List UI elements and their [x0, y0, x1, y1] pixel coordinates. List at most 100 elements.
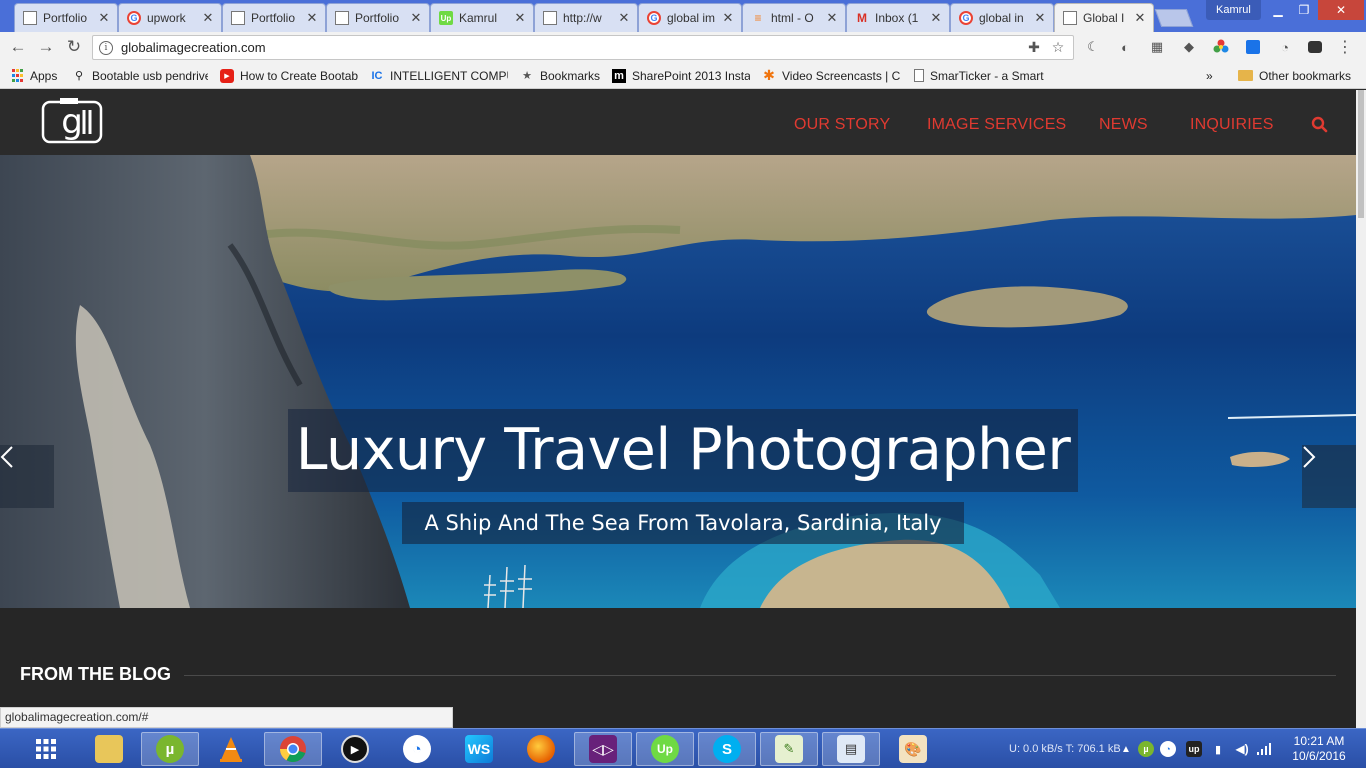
- browser-tab[interactable]: Gglobal in ✕: [950, 3, 1054, 32]
- browser-tab[interactable]: Gglobal im ✕: [638, 3, 742, 32]
- menu-icon[interactable]: ⋮: [1336, 38, 1354, 56]
- close-icon[interactable]: ✕: [97, 10, 111, 26]
- wifi-signal-icon[interactable]: [1256, 741, 1272, 757]
- browser-tab[interactable]: http://w ✕: [534, 3, 638, 32]
- nav-image-services[interactable]: IMAGE SERVICES: [927, 116, 1066, 134]
- moon-extension-icon[interactable]: ☾: [1084, 38, 1102, 56]
- system-clock[interactable]: 10:21 AM 10/6/2016: [1284, 734, 1354, 764]
- bookmark-item[interactable]: ✱ Video Screencasts | C: [762, 67, 900, 84]
- profile-button[interactable]: Kamrul: [1206, 0, 1261, 20]
- close-icon[interactable]: ✕: [929, 10, 943, 26]
- new-tab-button[interactable]: [1154, 9, 1194, 27]
- nav-our-story[interactable]: OUR STORY: [794, 116, 890, 134]
- taskbar-webstorm[interactable]: WS: [450, 732, 508, 766]
- browser-tab[interactable]: M Inbox (1 ✕: [846, 3, 950, 32]
- scrollbar-thumb[interactable]: [1358, 90, 1364, 218]
- restore-icon[interactable]: ❐: [1290, 0, 1318, 20]
- tab-title: global im: [667, 11, 716, 25]
- close-icon[interactable]: ✕: [825, 10, 839, 26]
- page-scrollbar[interactable]: [1356, 90, 1366, 728]
- incognito-extension-icon[interactable]: [1306, 38, 1324, 56]
- close-icon[interactable]: ✕: [305, 10, 319, 26]
- browser-tab[interactable]: Portfolio ✕: [222, 3, 326, 32]
- hero-slider: Luxury Travel Photographer A Ship And Th…: [0, 155, 1356, 608]
- bookmark-item[interactable]: ▶ How to Create Bootab: [220, 67, 358, 84]
- leaf-extension-icon[interactable]: ◐: [1116, 38, 1134, 56]
- tab-title: Portfolio: [43, 11, 88, 25]
- taskbar-file-explorer[interactable]: [80, 732, 138, 766]
- taskbar-utorrent[interactable]: µ: [141, 732, 199, 766]
- tab-title: Kamrul: [459, 11, 498, 25]
- google-icon: G: [127, 11, 141, 25]
- taskbar-visual-studio[interactable]: ◁▷: [574, 732, 632, 766]
- close-window-icon[interactable]: ✕: [1318, 0, 1364, 20]
- info-icon[interactable]: i: [99, 40, 113, 55]
- browser-tab[interactable]: Portfolio ✕: [14, 3, 118, 32]
- skype-icon: S: [713, 735, 741, 763]
- sync-tray-icon[interactable]: ◔: [1160, 741, 1176, 757]
- clock-date: 10/6/2016: [1292, 749, 1346, 763]
- taskbar-vlc[interactable]: [202, 732, 260, 766]
- extension-puzzle-icon[interactable]: ✚: [1025, 39, 1043, 56]
- history-extension-icon[interactable]: ◔: [1276, 38, 1294, 56]
- bookmark-item[interactable]: ★ Bookmarks: [520, 67, 604, 84]
- asterisk-icon: ✱: [763, 67, 775, 83]
- taskbar-window[interactable]: ▤: [822, 732, 880, 766]
- bookmark-item[interactable]: SmarTicker - a Smart: [914, 67, 1050, 84]
- browser-tab[interactable]: Up Kamrul ✕: [430, 3, 534, 32]
- close-icon[interactable]: ✕: [721, 10, 735, 26]
- back-icon[interactable]: ←: [4, 33, 32, 61]
- nav-news[interactable]: NEWS: [1099, 116, 1148, 134]
- forward-icon[interactable]: →: [32, 33, 60, 61]
- bookmark-star-icon[interactable]: ☆: [1049, 39, 1067, 56]
- slider-prev-button[interactable]: [0, 445, 54, 508]
- vlc-cone-icon: [220, 737, 242, 762]
- reload-icon[interactable]: ↻: [60, 33, 88, 61]
- browser-tab[interactable]: ≡ html - O ✕: [742, 3, 846, 32]
- translate-extension-icon[interactable]: [1244, 38, 1262, 56]
- taskbar-skype[interactable]: S: [698, 732, 756, 766]
- taskbar-upwork[interactable]: Up: [636, 732, 694, 766]
- volume-icon[interactable]: ◀): [1234, 741, 1250, 757]
- divider: [184, 675, 1336, 676]
- taskbar-editor[interactable]: ✎: [760, 732, 818, 766]
- site-logo[interactable]: g: [30, 96, 114, 150]
- browser-tab[interactable]: Gupwork ✕: [118, 3, 222, 32]
- upwork-tray-icon[interactable]: up: [1186, 741, 1202, 757]
- close-icon[interactable]: ✕: [1133, 10, 1147, 26]
- taskbar-paint[interactable]: 🎨: [884, 732, 942, 766]
- utorrent-tray-icon[interactable]: µ: [1138, 741, 1154, 757]
- taskbar-firefox[interactable]: [512, 732, 570, 766]
- other-bookmarks-folder[interactable]: Other bookmarks: [1238, 67, 1358, 84]
- bookmark-item[interactable]: m SharePoint 2013 Insta: [612, 67, 750, 84]
- bookmark-item[interactable]: ⚲ Bootable usb pendrive: [72, 67, 208, 84]
- nav-inquiries[interactable]: INQUIRIES: [1190, 116, 1274, 134]
- slider-next-button[interactable]: [1302, 445, 1356, 508]
- apps-icon: [10, 69, 24, 83]
- taskbar-chrome[interactable]: [264, 732, 322, 766]
- url-text[interactable]: globalimagecreation.com: [121, 40, 1019, 55]
- grid-extension-icon[interactable]: ▦: [1148, 38, 1166, 56]
- taskbar-app[interactable]: ◔: [388, 732, 446, 766]
- browser-tab-active[interactable]: Global I ✕: [1054, 3, 1154, 32]
- minimize-icon[interactable]: ▁: [1264, 0, 1292, 20]
- close-icon[interactable]: ✕: [1033, 10, 1047, 26]
- battery-icon[interactable]: ▮: [1210, 741, 1226, 757]
- browser-tab[interactable]: Portfolio ✕: [326, 3, 430, 32]
- more-bookmarks-button[interactable]: »: [1206, 67, 1220, 84]
- sync-icon: ◔: [403, 735, 431, 763]
- tray-expand-icon[interactable]: ▲: [1118, 741, 1134, 757]
- taskbar-media-player[interactable]: ▶: [326, 732, 384, 766]
- start-button[interactable]: [18, 732, 74, 766]
- search-icon[interactable]: [1311, 116, 1329, 134]
- close-icon[interactable]: ✕: [617, 10, 631, 26]
- bookmark-apps[interactable]: Apps: [10, 67, 64, 84]
- bookmark-item[interactable]: IC INTELLIGENT COMPUT: [370, 67, 509, 84]
- color-picker-icon[interactable]: [1212, 38, 1230, 56]
- address-bar[interactable]: i globalimagecreation.com ✚ ☆: [92, 35, 1074, 60]
- browser-toolbar: ← → ↻ i globalimagecreation.com ✚ ☆ ☾ ◐ …: [0, 32, 1366, 62]
- cube-extension-icon[interactable]: ◆: [1180, 38, 1198, 56]
- close-icon[interactable]: ✕: [409, 10, 423, 26]
- close-icon[interactable]: ✕: [201, 10, 215, 26]
- close-icon[interactable]: ✕: [513, 10, 527, 26]
